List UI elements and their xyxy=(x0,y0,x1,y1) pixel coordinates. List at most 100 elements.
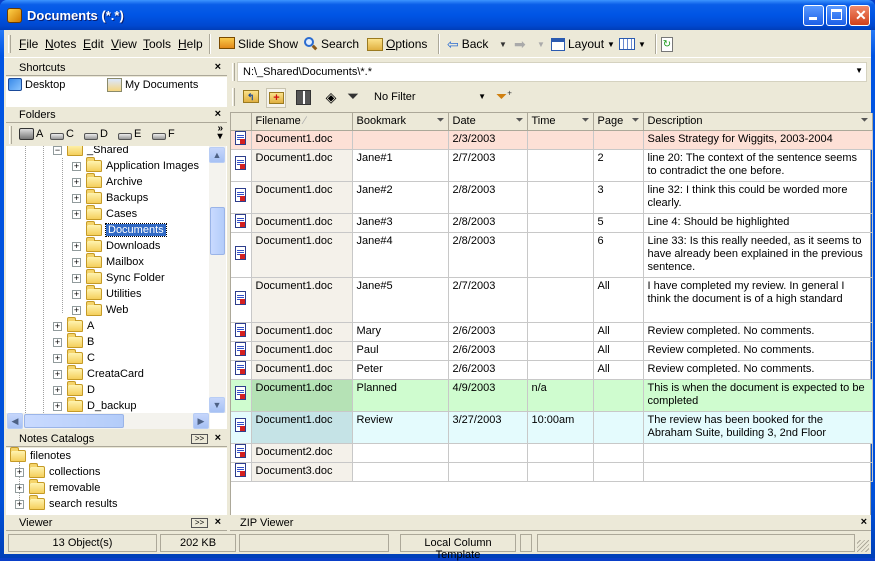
menu-view[interactable]: View xyxy=(111,37,137,51)
scroll-left-button[interactable]: ◀ xyxy=(7,413,23,429)
properties-icon[interactable]: ◈ xyxy=(323,89,339,105)
expand-icon[interactable]: + xyxy=(15,499,24,509)
drive-f-button[interactable]: F xyxy=(152,128,175,140)
filter-icon[interactable]: ⏷ xyxy=(347,88,359,105)
tree-item[interactable]: + Downloads xyxy=(72,237,160,254)
cell-filename[interactable]: Document1.doc xyxy=(251,130,353,150)
scroll-down-button[interactable]: ▼ xyxy=(209,397,225,413)
table-row[interactable]: Document1.doc 2/3/2003 Sales Strategy fo… xyxy=(231,130,873,150)
cell-filename[interactable]: Document1.doc xyxy=(251,379,353,412)
scroll-up-button[interactable]: ▲ xyxy=(209,147,225,163)
cell-filename[interactable]: Document1.doc xyxy=(251,411,353,444)
expand-icon[interactable]: + xyxy=(53,321,62,331)
expand-icon[interactable]: + xyxy=(72,161,81,171)
cell-page[interactable] xyxy=(593,130,644,150)
cell-page[interactable]: All xyxy=(593,341,644,361)
cell-description[interactable]: I have completed my review. In general I… xyxy=(643,277,873,323)
cell-page[interactable]: All xyxy=(593,277,644,323)
toolbar-grip[interactable] xyxy=(8,35,11,53)
cell-bookmark[interactable]: Jane#3 xyxy=(352,213,449,233)
cell-filename[interactable]: Document1.doc xyxy=(251,360,353,380)
cell-date[interactable]: 2/7/2003 xyxy=(448,277,528,323)
cell-date[interactable] xyxy=(448,443,528,463)
tree-item[interactable]: + C xyxy=(53,349,95,366)
cell-date[interactable]: 3/27/2003 xyxy=(448,411,528,444)
expand-icon[interactable]: + xyxy=(53,337,62,347)
cell-page[interactable] xyxy=(593,443,644,463)
catalog-item[interactable]: + removable xyxy=(15,479,100,496)
cell-description[interactable]: Line 33: Is this really needed, as it se… xyxy=(643,232,873,278)
expand-icon[interactable]: + xyxy=(15,467,24,477)
options-button[interactable]: Options xyxy=(367,34,427,54)
cell-date[interactable]: 2/6/2003 xyxy=(448,341,528,361)
cell-bookmark[interactable] xyxy=(352,130,449,150)
tree-item[interactable]: + A xyxy=(53,317,94,334)
cell-date[interactable]: 2/8/2003 xyxy=(448,232,528,278)
table-row[interactable]: Document1.doc Review 3/27/2003 10:00am T… xyxy=(231,411,873,444)
cell-page[interactable] xyxy=(593,411,644,444)
thumbnails-icon[interactable] xyxy=(296,90,311,105)
cell-filename[interactable]: Document1.doc xyxy=(251,341,353,361)
scroll-thumb[interactable] xyxy=(210,207,225,255)
expand-icon[interactable]: + xyxy=(72,257,81,267)
cell-time[interactable] xyxy=(527,130,594,150)
expand-icon[interactable]: + xyxy=(53,369,62,379)
search-button[interactable]: Search xyxy=(302,34,359,54)
tree-item[interactable]: + Archive xyxy=(72,173,143,190)
cell-bookmark[interactable] xyxy=(352,462,449,482)
collapse-icon[interactable]: − xyxy=(53,146,62,155)
shortcut-desktop[interactable]: Desktop xyxy=(8,78,65,91)
view-mode-button[interactable]: ▼ xyxy=(619,34,646,54)
cell-filename[interactable]: Document1.doc xyxy=(251,149,353,182)
column-header-time[interactable]: Time ⏷ xyxy=(527,113,594,131)
close-zip-viewer-icon[interactable]: × xyxy=(861,516,867,528)
column-header-date[interactable]: Date ⏷ xyxy=(448,113,528,131)
back-dropdown[interactable]: ▼ xyxy=(499,34,507,54)
cell-time[interactable]: n/a xyxy=(527,379,594,412)
tree-item[interactable]: + B xyxy=(53,333,94,350)
tree-item[interactable]: Documents xyxy=(72,221,167,238)
filter-select[interactable]: No Filter ▼ xyxy=(370,89,490,107)
refresh-button[interactable]: ↻ xyxy=(661,34,673,54)
cell-bookmark[interactable]: Jane#5 xyxy=(352,277,449,323)
column-header-page[interactable]: Page ⏷ xyxy=(593,113,644,131)
expand-icon[interactable]: + xyxy=(72,193,81,203)
tree-item[interactable]: + Sync Folder xyxy=(72,269,165,286)
layout-button[interactable]: Layout ▼ xyxy=(551,34,615,54)
column-filter-icon[interactable]: ⏷ xyxy=(582,115,590,126)
table-row[interactable]: Document1.doc Paul 2/6/2003 All Review c… xyxy=(231,341,873,361)
drive-a-button[interactable]: A xyxy=(19,128,43,140)
cell-page[interactable] xyxy=(593,379,644,412)
cell-date[interactable]: 2/6/2003 xyxy=(448,322,528,342)
column-header-filename[interactable]: Filename ∕ xyxy=(251,113,353,131)
cell-bookmark[interactable]: Paul xyxy=(352,341,449,361)
forward-dropdown[interactable]: ▼ xyxy=(537,34,545,54)
close-notes-catalogs-icon[interactable]: × xyxy=(215,432,221,444)
tree-item[interactable]: + Cases xyxy=(72,205,137,222)
cell-bookmark[interactable]: Jane#4 xyxy=(352,232,449,278)
column-filter-icon[interactable]: ⏷ xyxy=(632,115,640,126)
expand-icon[interactable]: + xyxy=(72,273,81,283)
expand-icon[interactable]: + xyxy=(15,483,24,493)
expand-notes-catalogs-button[interactable]: >> xyxy=(191,434,208,444)
cell-time[interactable] xyxy=(527,341,594,361)
title-bar[interactable]: Documents (*.*) ✕ xyxy=(0,0,875,30)
cell-page[interactable]: 2 xyxy=(593,149,644,182)
catalog-item[interactable]: + collections xyxy=(15,463,100,480)
cell-page[interactable]: 5 xyxy=(593,213,644,233)
expand-icon[interactable]: + xyxy=(72,289,81,299)
expand-viewer-button[interactable]: >> xyxy=(191,518,208,528)
cell-time[interactable]: 10:00am xyxy=(527,411,594,444)
tree-item[interactable]: + D_backup xyxy=(53,397,137,414)
expand-icon[interactable]: + xyxy=(53,401,62,411)
drive-e-button[interactable]: E xyxy=(118,128,141,140)
minimize-button[interactable] xyxy=(803,5,824,26)
cell-bookmark[interactable]: Review xyxy=(352,411,449,444)
folder-up-icon[interactable]: ↰ xyxy=(243,90,259,103)
column-header-bookmark[interactable]: Bookmark ⏷ xyxy=(352,113,449,131)
cell-time[interactable] xyxy=(527,213,594,233)
cell-description[interactable]: line 32: I think this could be worded mo… xyxy=(643,181,873,214)
table-row[interactable]: Document1.doc Peter 2/6/2003 All Review … xyxy=(231,360,873,380)
cell-bookmark[interactable]: Mary xyxy=(352,322,449,342)
menu-edit[interactable]: Edit xyxy=(83,37,104,51)
